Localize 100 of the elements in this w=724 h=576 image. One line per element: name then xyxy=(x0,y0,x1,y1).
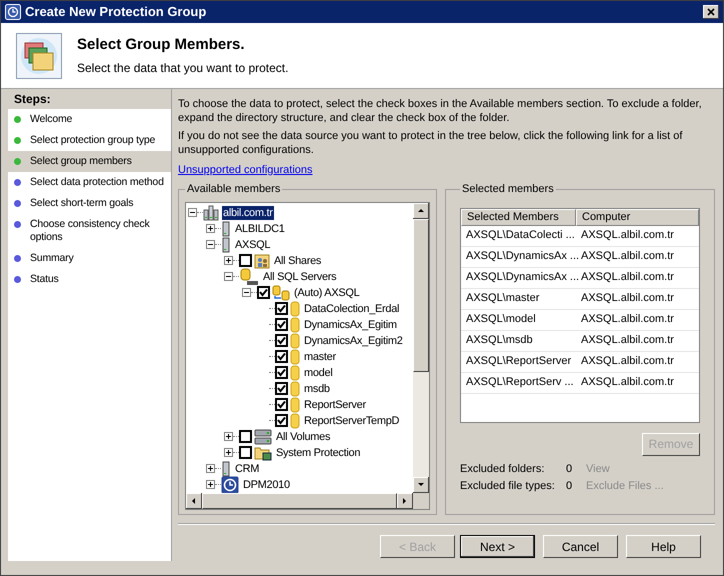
tree-item[interactable]: master xyxy=(303,350,337,364)
database-icon xyxy=(290,300,300,316)
steps-heading: Steps: xyxy=(8,89,171,109)
checkbox[interactable] xyxy=(275,366,288,379)
tree-item[interactable]: albil.com.tr xyxy=(222,206,274,220)
column-header[interactable]: Computer xyxy=(576,208,699,226)
page-subtitle: Select the data that you want to protect. xyxy=(77,60,288,77)
dialog-button[interactable]: Cancel xyxy=(543,535,618,558)
scroll-down-arrow-icon[interactable] xyxy=(413,477,429,493)
database-icon xyxy=(290,348,300,364)
shared-users-icon xyxy=(254,252,270,268)
tree-item[interactable]: System Protection xyxy=(275,446,362,460)
step-item[interactable]: Summary xyxy=(30,252,74,265)
collapse-toggle-icon[interactable] xyxy=(242,288,251,297)
step-item[interactable]: Select protection group type xyxy=(30,134,156,147)
step-item[interactable]: Select short-term goals xyxy=(30,197,134,210)
horizontal-scrollbar[interactable] xyxy=(186,493,429,509)
scrollbar-thumb[interactable] xyxy=(202,493,398,509)
clock-icon xyxy=(221,476,239,493)
expand-toggle-icon[interactable] xyxy=(206,464,215,473)
scroll-up-arrow-icon[interactable] xyxy=(413,202,429,218)
expand-toggle-icon[interactable] xyxy=(224,448,233,457)
database-icon xyxy=(290,396,300,412)
tree-item[interactable]: DynamicsAx_Egitim xyxy=(303,318,398,332)
folders-icon xyxy=(16,32,62,78)
collapse-toggle-icon[interactable] xyxy=(206,240,215,249)
table-cell-text: AXSQL.albil.com.tr xyxy=(580,375,675,390)
excluded-count: 0 xyxy=(566,462,574,476)
database-icon xyxy=(290,412,300,428)
expand-toggle-icon[interactable] xyxy=(224,432,233,441)
dialog-button[interactable]: Next > xyxy=(460,535,535,558)
instruction-text: To choose the data to protect, select the check boxes in the Available members section. To exclude a folder, expand the directory structure, and clear the check box of the folder. xyxy=(178,97,703,125)
tree-item[interactable]: All Volumes xyxy=(275,430,332,444)
table-cell-text: AXSQL\msdb xyxy=(465,333,534,348)
tree-item[interactable]: All SQL Servers xyxy=(262,270,338,284)
step-item[interactable]: Select data protection method xyxy=(30,176,164,189)
server-icon xyxy=(221,460,231,476)
tree-item[interactable]: ALBILDC1 xyxy=(234,222,286,236)
database-icon xyxy=(290,316,300,332)
table-cell-text: AXSQL\ReportServer xyxy=(465,354,572,370)
tree-item[interactable]: DynamicsAx_Egitim2 xyxy=(303,334,404,348)
checkbox[interactable] xyxy=(275,318,288,331)
server-group-icon xyxy=(203,204,219,220)
database-icon xyxy=(290,364,300,380)
scroll-left-arrow-icon[interactable] xyxy=(186,493,202,509)
vertical-scrollbar[interactable] xyxy=(413,202,429,493)
checkbox[interactable] xyxy=(275,414,288,427)
step-item[interactable]: Status xyxy=(30,273,59,286)
expand-toggle-icon[interactable] xyxy=(224,256,233,265)
checkbox[interactable] xyxy=(239,446,252,459)
table-cell-text: AXSQL.albil.com.tr xyxy=(580,228,675,244)
clock-icon xyxy=(5,4,21,20)
collapse-toggle-icon[interactable] xyxy=(188,208,197,217)
tree-item[interactable]: All Shares xyxy=(273,254,322,268)
expand-toggle-icon[interactable] xyxy=(206,224,215,233)
page-title: Select Group Members. xyxy=(77,35,246,56)
instruction-text: If you do not see the data source you want to protect in the tree below, click the following link for a list of unsupported configurations. xyxy=(178,129,684,157)
server-icon xyxy=(221,236,231,252)
database-icon xyxy=(290,332,300,348)
step-item[interactable]: Welcome xyxy=(30,113,72,126)
tree-item[interactable]: ReportServerTempD xyxy=(303,414,400,428)
collapse-toggle-icon[interactable] xyxy=(224,272,233,281)
tree-item[interactable]: msdb xyxy=(303,382,331,396)
checkbox[interactable] xyxy=(275,334,288,347)
tree-item[interactable]: DPM2010 xyxy=(242,478,291,492)
checkbox[interactable] xyxy=(275,350,288,363)
tree-item[interactable]: (Auto) AXSQL xyxy=(293,286,360,300)
table-cell-text: AXSQL\master xyxy=(465,291,540,306)
group-title: Available members xyxy=(186,182,282,197)
excluded-label: Excluded file types: xyxy=(460,478,556,492)
scrollbar-thumb[interactable] xyxy=(413,218,429,372)
folder-lock-icon xyxy=(254,444,272,460)
tree-item[interactable]: CRM xyxy=(234,462,260,476)
tree-item[interactable]: ReportServer xyxy=(303,398,367,412)
table-cell-text: AXSQL.albil.com.tr xyxy=(580,333,675,348)
checkbox[interactable] xyxy=(239,254,252,267)
excluded-label: Excluded folders: xyxy=(460,462,546,476)
checkbox[interactable] xyxy=(239,430,252,443)
table-cell-text: AXSQL\DataColecti ... xyxy=(465,228,576,244)
database-icon xyxy=(290,380,300,396)
scroll-right-arrow-icon[interactable] xyxy=(397,493,414,509)
tree-item[interactable]: AXSQL xyxy=(234,238,272,252)
close-icon[interactable] xyxy=(703,5,719,19)
unsupported-configurations-link[interactable]: Unsupported configurations xyxy=(178,163,313,177)
table-cell-text: AXSQL\DynamicsAx ... xyxy=(465,249,576,264)
checkbox[interactable] xyxy=(275,382,288,395)
group-title: Selected members xyxy=(461,182,555,197)
tree-item[interactable]: model xyxy=(303,366,334,380)
excluded-count: 0 xyxy=(566,478,574,492)
table-cell-text: AXSQL\DynamicsAx ... xyxy=(465,270,576,286)
step-item[interactable]: Choose consistency check options xyxy=(30,218,167,244)
column-header[interactable]: Selected Members xyxy=(461,208,576,226)
tree-item[interactable]: DataColection_Erdal xyxy=(303,302,400,316)
checkbox[interactable] xyxy=(257,286,270,299)
dialog-button[interactable]: Help xyxy=(626,535,701,558)
checkbox[interactable] xyxy=(275,302,288,315)
disk-drives-icon xyxy=(254,428,272,444)
checkbox[interactable] xyxy=(275,398,288,411)
expand-toggle-icon[interactable] xyxy=(206,480,215,489)
table-cell-text: AXSQL.albil.com.tr xyxy=(580,354,675,370)
